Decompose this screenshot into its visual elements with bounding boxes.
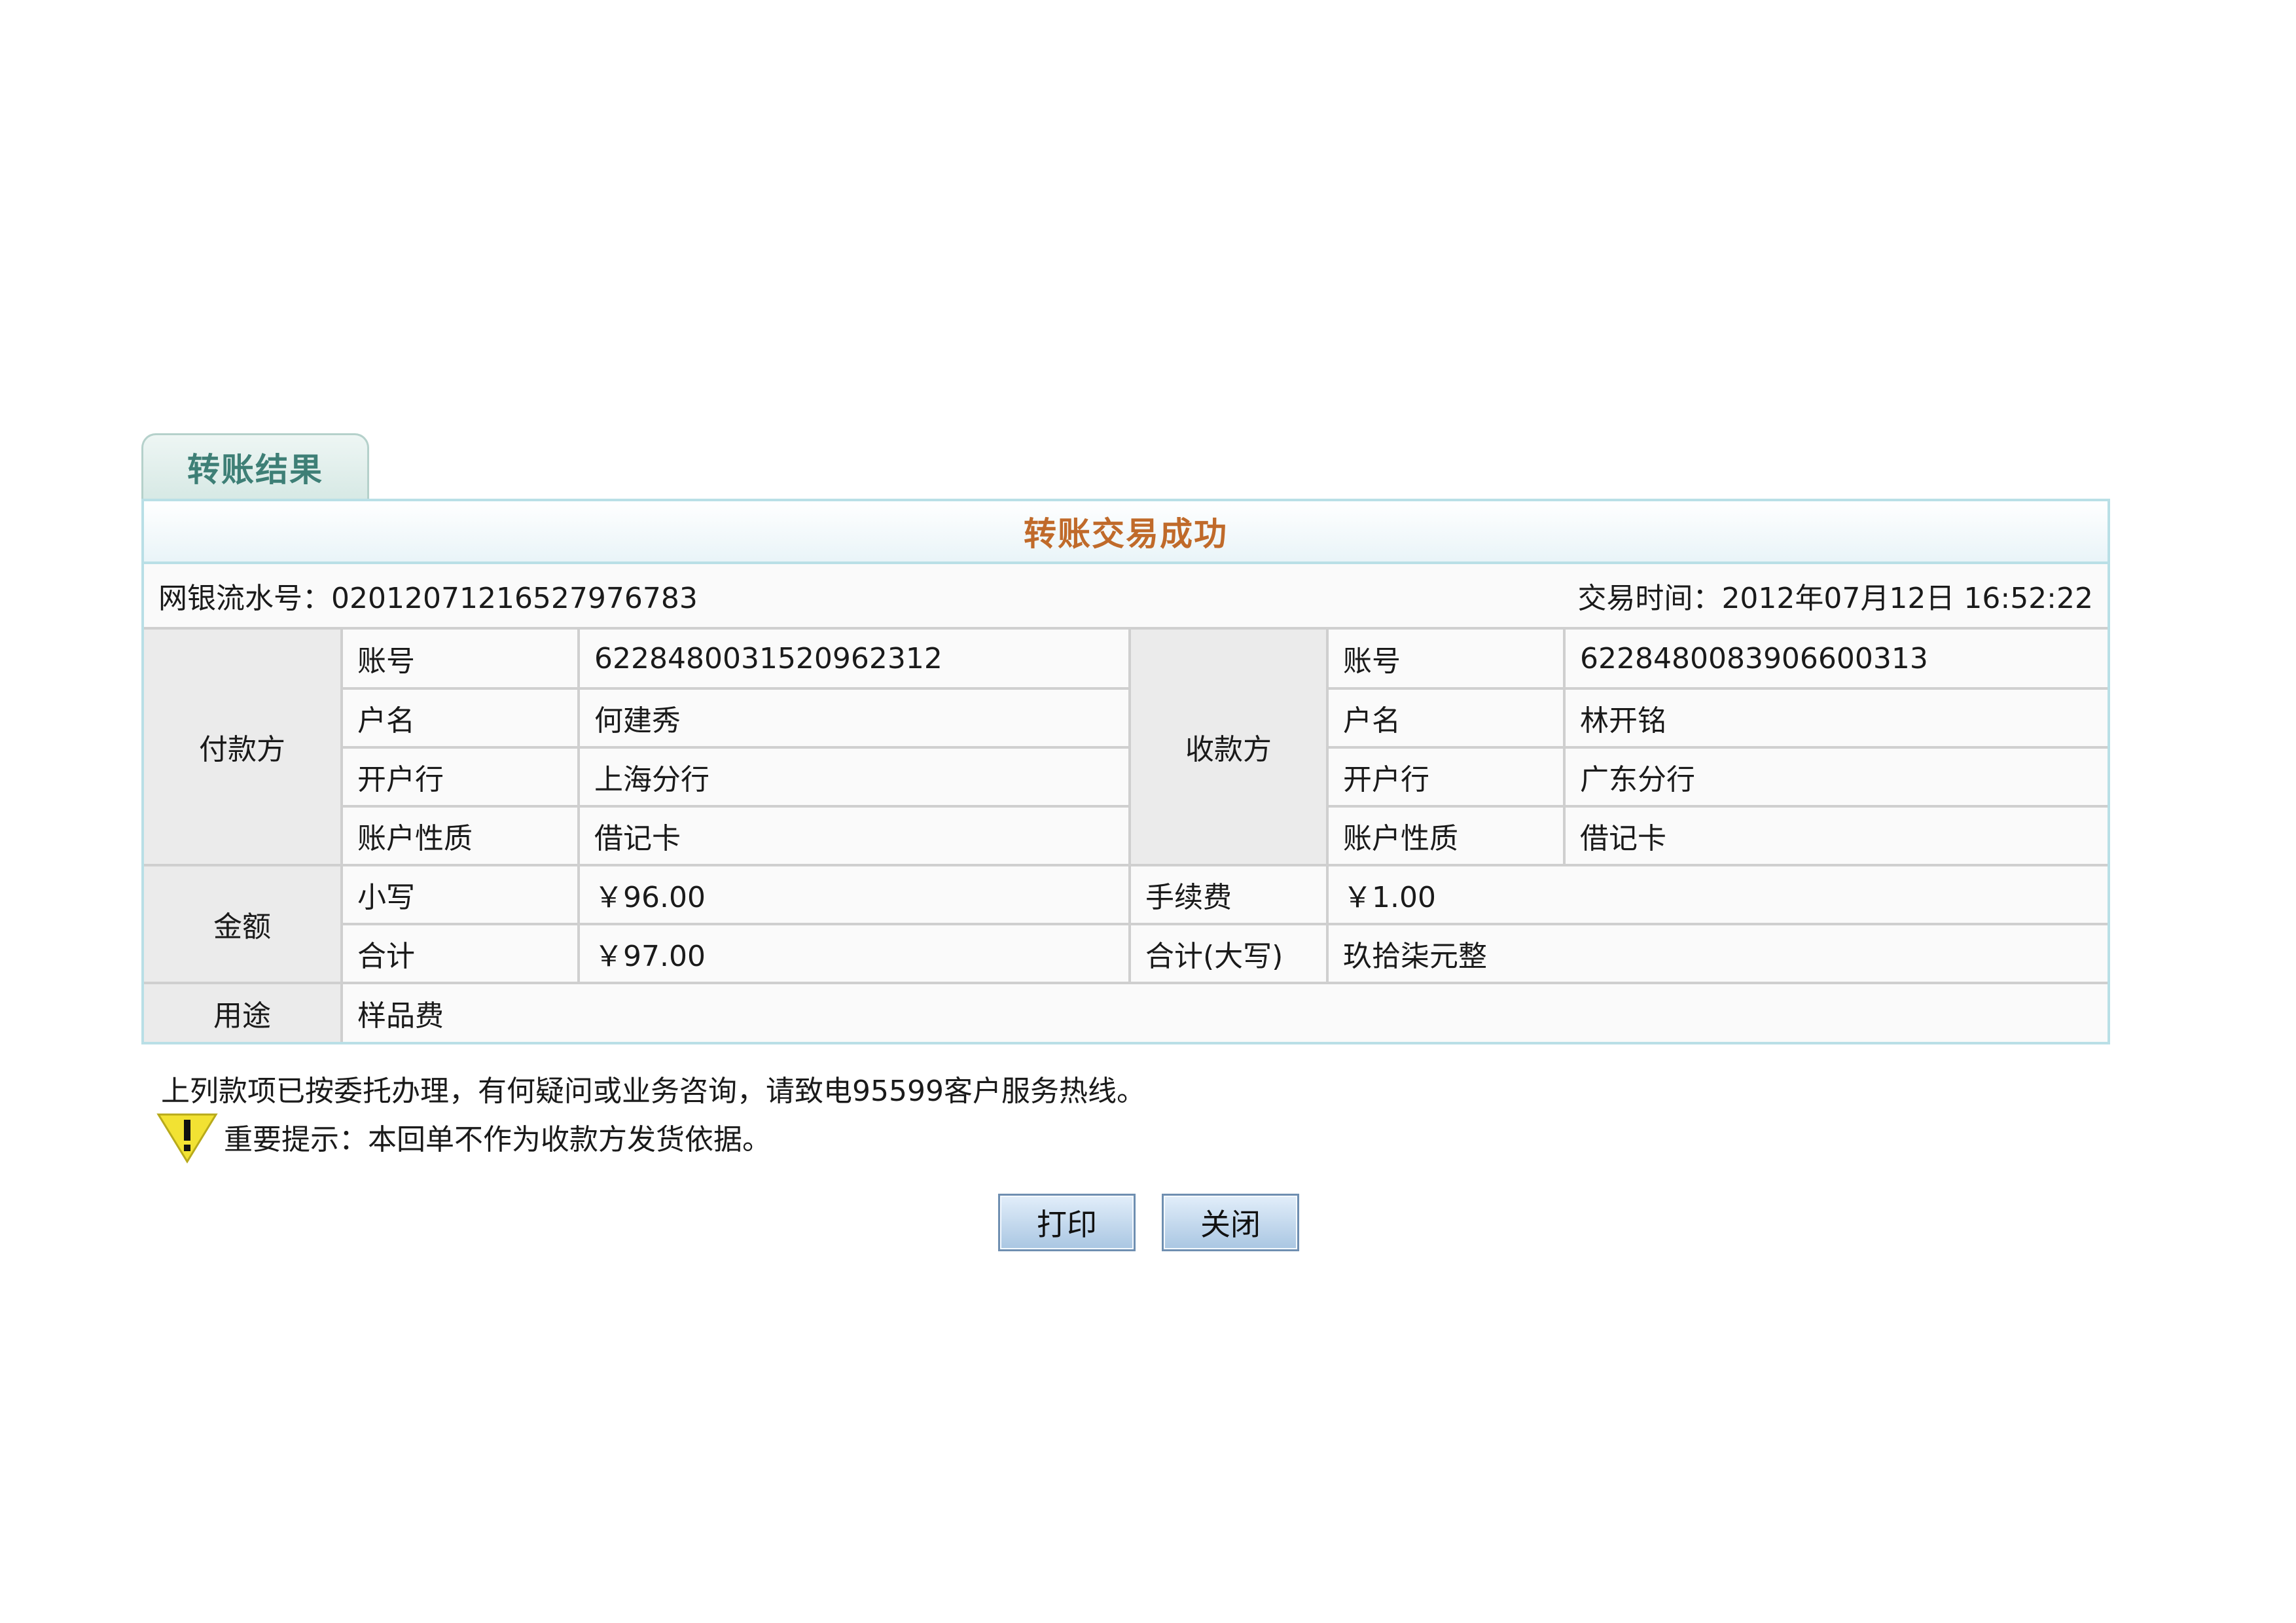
receipt-panel: 转账交易成功 网银流水号：02012071216527976783 交易时间：2… [141, 499, 2110, 1044]
payer-account-label: 账号 [340, 630, 580, 690]
time-label: 交易时间： [1577, 582, 1722, 615]
warning-text: 重要提示：本回单不作为收款方发货依据。 [224, 1123, 771, 1156]
notes: 上列款项已按委托办理，有何疑问或业务咨询，请致电95599客户服务热线。 重要提… [141, 1065, 2110, 1164]
fee-label: 手续费 [1128, 864, 1329, 925]
serial-value: 02012071216527976783 [331, 582, 698, 615]
transaction-time: 交易时间：2012年07月12日 16:52:22 [1577, 575, 2093, 616]
table-row: 合计 ￥97.00 合计(大写) 玖拾柒元整 [144, 923, 2108, 984]
payee-name-label: 户名 [1326, 687, 1566, 749]
payer-name-label: 户名 [342, 687, 580, 749]
payer-bank-label: 开户行 [342, 746, 580, 808]
time-value: 2012年07月12日 16:52:22 [1721, 582, 2093, 615]
purpose-label: 用途 [144, 982, 343, 1042]
transfer-details-table: 付款方 账号 6228480031520962312 收款方 账号 622848… [144, 630, 2108, 1042]
close-button[interactable]: 关闭 [1162, 1194, 1299, 1251]
payee-account-type-label: 账户性质 [1326, 805, 1566, 866]
table-row: 金额 小写 ￥96.00 手续费 ￥1.00 [144, 864, 2108, 984]
amount-group-label: 金额 [144, 864, 343, 984]
success-headline: 转账交易成功 [144, 501, 2108, 564]
table-row: 开户行 上海分行 开户行 广东分行 [144, 746, 2108, 808]
payer-bank-value: 上海分行 [577, 746, 1131, 808]
payer-account-type-value: 借记卡 [577, 805, 1131, 866]
fee-value: ￥1.00 [1326, 864, 2108, 925]
payee-account-type-value: 借记卡 [1563, 805, 2108, 866]
payee-account-value: 6228480083906600313 [1563, 630, 2108, 690]
serial-number: 网银流水号：02012071216527976783 [158, 575, 698, 616]
total-upper-value: 玖拾柒元整 [1326, 923, 2108, 984]
payer-group-label: 付款方 [144, 630, 343, 866]
meta-row: 网银流水号：02012071216527976783 交易时间：2012年07月… [144, 564, 2108, 630]
hotline-note: 上列款项已按委托办理，有何疑问或业务咨询，请致电95599客户服务热线。 [161, 1075, 1145, 1108]
payer-name-value: 何建秀 [577, 687, 1131, 749]
payee-bank-label: 开户行 [1326, 746, 1566, 808]
table-row: 用途 样品费 [144, 982, 2108, 1042]
payee-name-value: 林开铭 [1563, 687, 2108, 749]
print-button[interactable]: 打印 [998, 1194, 1136, 1251]
payee-account-label: 账号 [1326, 630, 1566, 690]
tab-transfer-result[interactable]: 转账结果 [141, 433, 369, 499]
action-buttons: 打印 关闭 [141, 1194, 2110, 1251]
payer-account-type-label: 账户性质 [342, 805, 580, 866]
total-value: ￥97.00 [577, 923, 1131, 984]
table-row: 付款方 账号 6228480031520962312 收款方 账号 622848… [144, 630, 2108, 866]
payee-group-label: 收款方 [1128, 630, 1329, 866]
tab-label: 转账结果 [187, 450, 323, 489]
warning-note: 重要提示：本回单不作为收款方发货依据。 [156, 1111, 2110, 1164]
payee-bank-value: 广东分行 [1563, 746, 2108, 808]
payer-account-value: 6228480031520962312 [577, 630, 1131, 690]
table-row: 户名 何建秀 户名 林开铭 [144, 687, 2108, 749]
warning-icon [156, 1113, 218, 1164]
amount-small-value: ￥96.00 [577, 864, 1131, 925]
total-label: 合计 [342, 923, 580, 984]
table-row: 账户性质 借记卡 账户性质 借记卡 [144, 805, 2108, 866]
amount-small-label: 小写 [340, 864, 580, 925]
serial-label: 网银流水号： [158, 582, 331, 615]
transfer-receipt: 转账结果 转账交易成功 网银流水号：02012071216527976783 交… [141, 433, 2110, 1251]
total-upper-label: 合计(大写) [1128, 923, 1329, 984]
purpose-value: 样品费 [340, 982, 2108, 1042]
